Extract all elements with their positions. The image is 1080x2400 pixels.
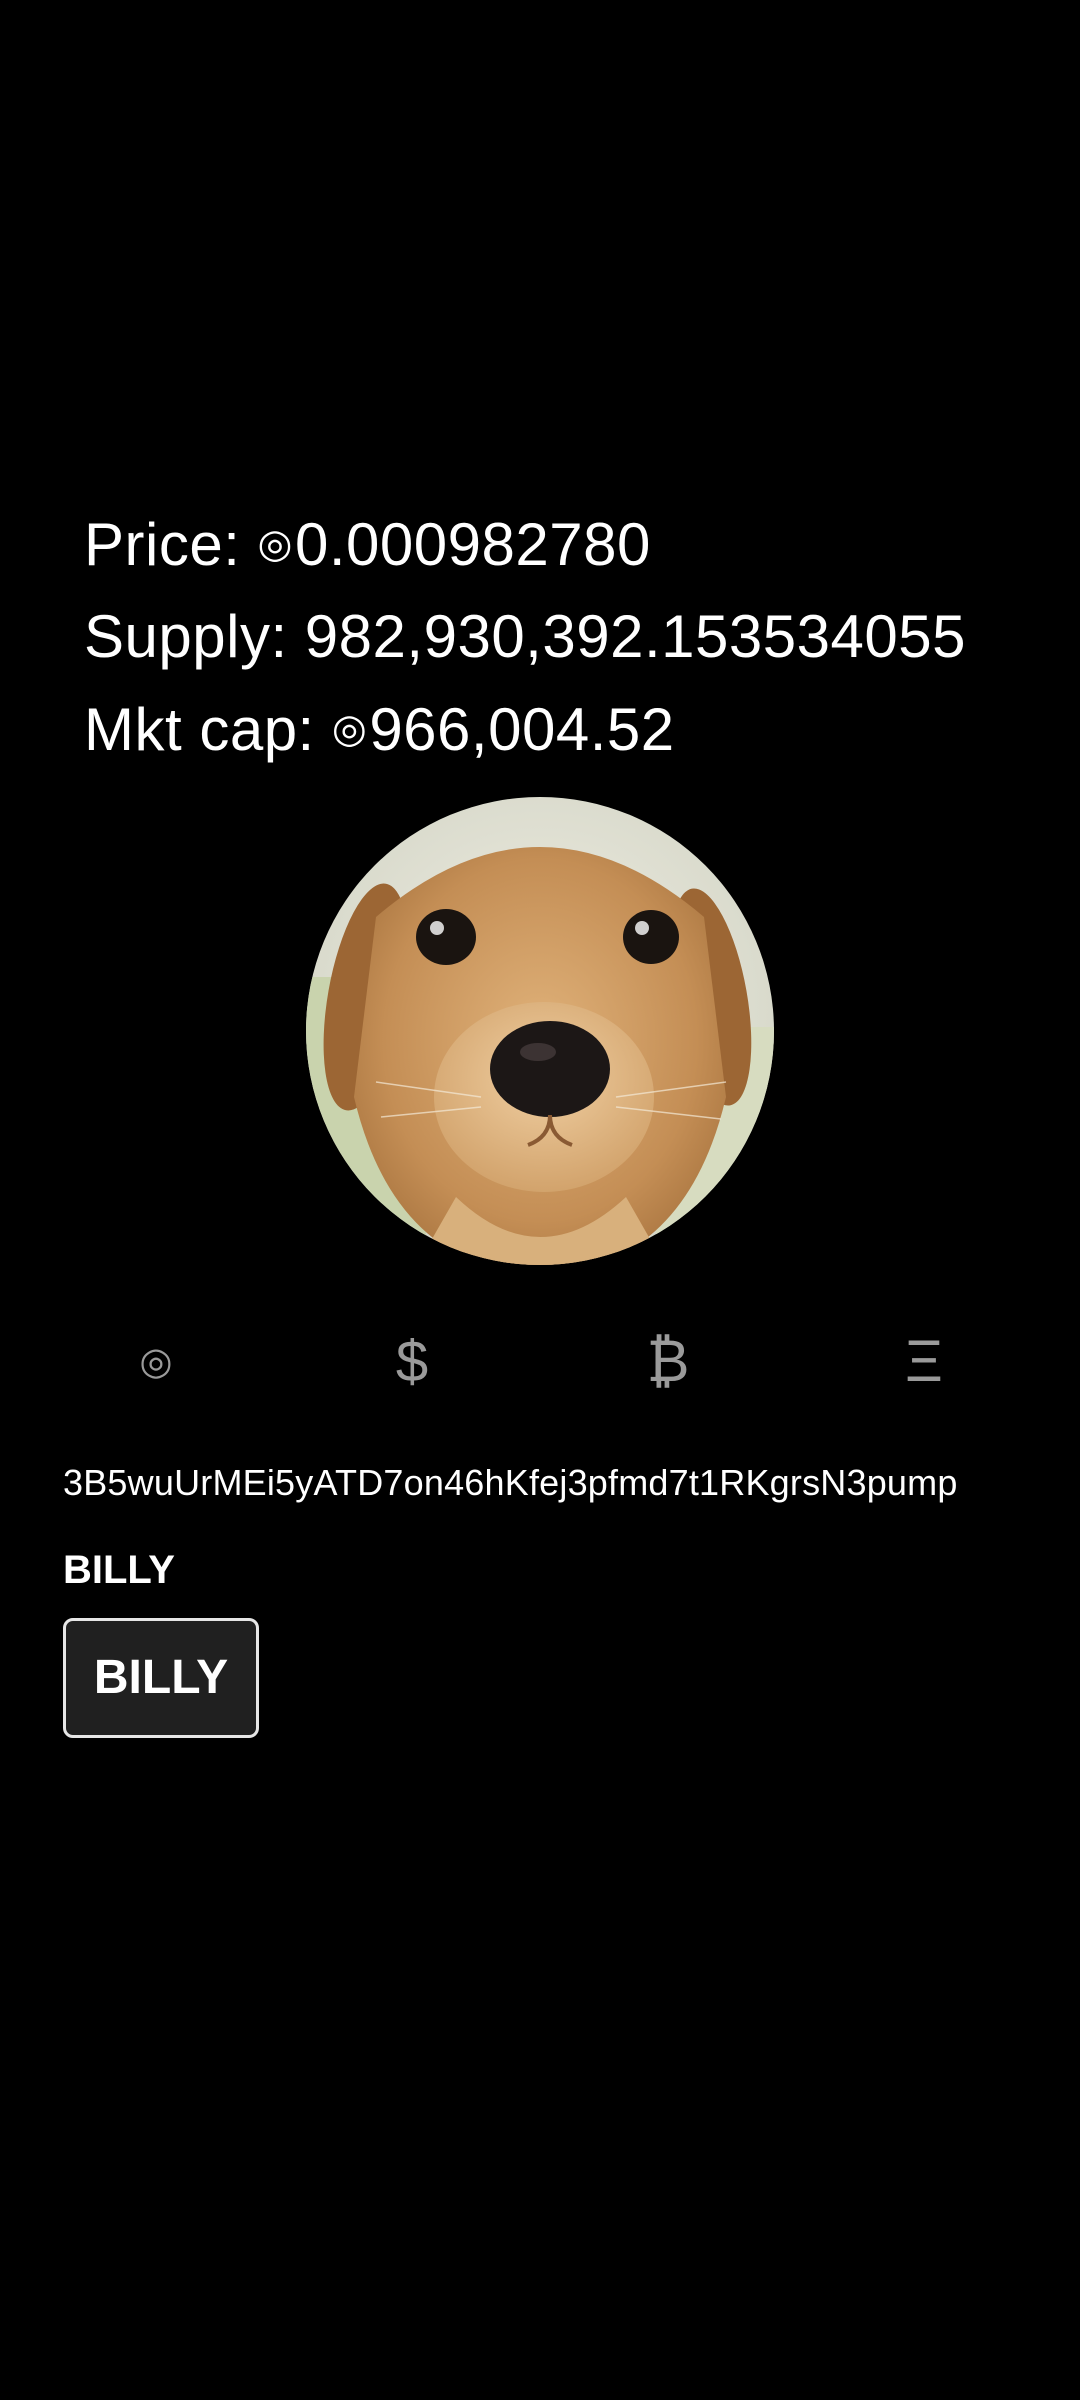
supply-line: Supply: 982,930,392.153534055	[84, 603, 966, 670]
token-stats: Price: ◎0.000982780 Supply: 982,930,392.…	[84, 498, 1044, 776]
price-value: 0.000982780	[294, 511, 651, 578]
sol-icon: ◎	[331, 707, 368, 751]
price-line: Price: ◎0.000982780	[84, 498, 1044, 591]
btc-tab[interactable]: ₿	[608, 1322, 728, 1402]
token-address: 3B5wuUrMEi5yATD7on46hKfej3pfmd7t1RKgrsN3…	[63, 1462, 958, 1503]
market-cap-value: 966,004.52	[369, 696, 675, 763]
sol-icon: ◎	[257, 522, 293, 566]
puppy-photo-icon	[306, 797, 774, 1265]
currency-selector: ◎ $ ₿ Ξ	[0, 1322, 1080, 1402]
token-symbol: BILLY	[63, 1548, 175, 1592]
price-label: Price:	[84, 511, 258, 578]
market-cap-label: Mkt cap:	[84, 696, 332, 763]
ethereum-icon: Ξ	[905, 1329, 943, 1394]
sol-icon: ◎	[139, 1341, 173, 1383]
dollar-icon: $	[395, 1329, 429, 1394]
sol-tab[interactable]: ◎	[96, 1322, 216, 1402]
usd-tab[interactable]: $	[352, 1322, 472, 1402]
eth-tab[interactable]: Ξ	[864, 1322, 984, 1402]
token-button[interactable]: BILLY	[63, 1618, 259, 1738]
token-avatar	[306, 797, 774, 1265]
bitcoin-icon: ₿	[646, 1329, 690, 1394]
market-cap-line: Mkt cap: ◎966,004.52	[84, 683, 1044, 776]
